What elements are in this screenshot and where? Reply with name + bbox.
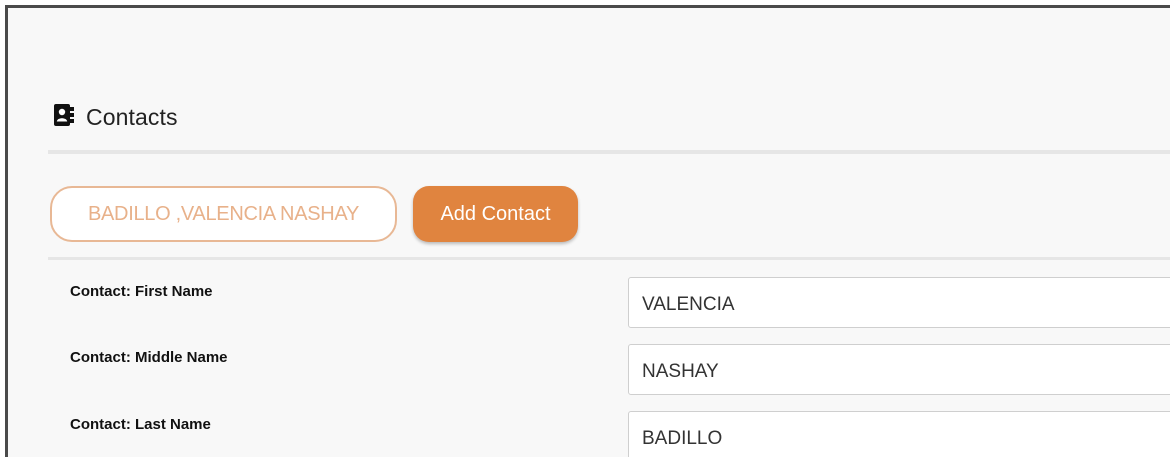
section-title: Contacts [86,104,178,130]
last-name-field[interactable]: BADILLO [628,411,1170,457]
header-divider [48,150,1170,154]
contact-book-icon [54,104,86,131]
first-name-field[interactable]: VALENCIA [628,277,1170,328]
section-header: Contacts [54,104,178,131]
middle-name-label: Contact: Middle Name [70,349,228,366]
middle-name-field[interactable]: NASHAY [628,344,1170,395]
first-name-label: Contact: First Name [70,283,213,300]
contact-selector-button[interactable]: BADILLO ,VALENCIA NASHAY [50,186,397,242]
last-name-label: Contact: Last Name [70,416,211,433]
toolbar-divider [48,257,1170,260]
contacts-panel: Contacts BADILLO ,VALENCIA NASHAY Add Co… [5,5,1170,457]
add-contact-button[interactable]: Add Contact [413,186,578,242]
